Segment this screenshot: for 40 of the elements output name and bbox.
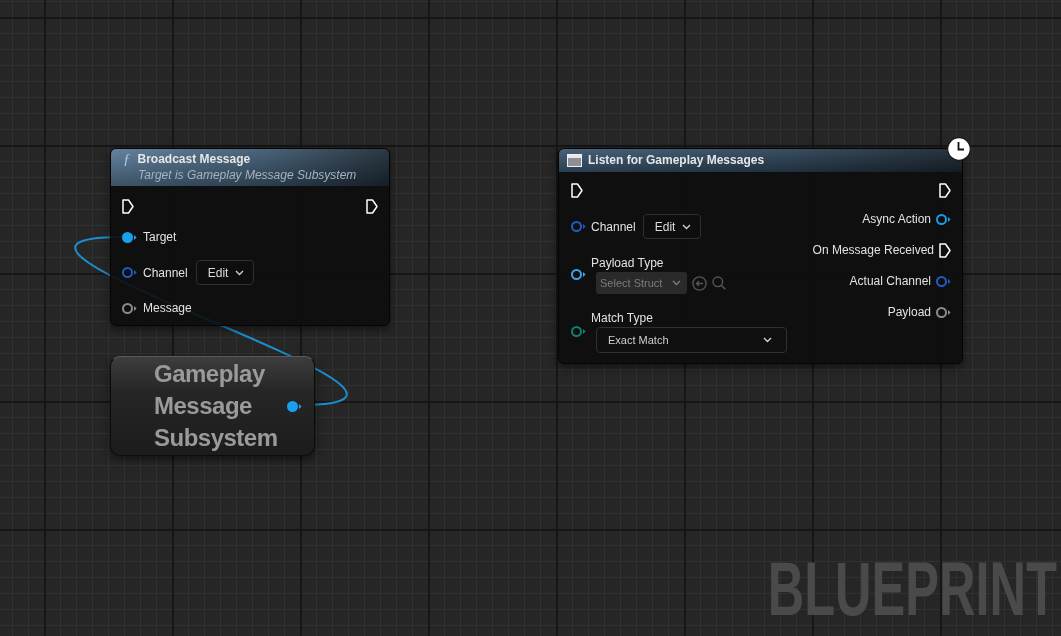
pin-label: Channel bbox=[143, 264, 188, 281]
data-pin-icon[interactable] bbox=[122, 231, 137, 243]
data-pin-icon[interactable] bbox=[122, 302, 137, 314]
pin-label: Target bbox=[143, 229, 177, 245]
pin-label: On Message Received bbox=[812, 242, 934, 258]
pin-label: Payload bbox=[887, 304, 931, 320]
exec-pin-icon[interactable] bbox=[939, 242, 951, 258]
window-icon bbox=[567, 154, 582, 167]
arrow-circle-icon[interactable] bbox=[692, 275, 707, 291]
data-pin-icon[interactable] bbox=[936, 306, 951, 318]
node-title: Broadcast Message bbox=[137, 152, 251, 167]
caret-icon bbox=[672, 280, 681, 286]
dropdown-button[interactable]: Edit bbox=[195, 260, 255, 285]
caret-icon bbox=[235, 269, 245, 276]
select-dropdown[interactable]: Exact Match bbox=[596, 327, 787, 353]
exec-pin-icon[interactable] bbox=[366, 198, 378, 214]
search-icon[interactable] bbox=[712, 276, 726, 290]
data-pin-icon[interactable] bbox=[571, 326, 586, 337]
node-title: Listen for Gameplay Messages bbox=[588, 153, 765, 168]
node-subtitle: Target is Gameplay Message Subsystem bbox=[137, 168, 358, 183]
data-pin-icon[interactable] bbox=[122, 267, 137, 278]
data-pin-icon[interactable] bbox=[571, 221, 586, 232]
data-pin-icon[interactable] bbox=[936, 275, 951, 287]
pin-label: Async Action bbox=[862, 211, 931, 227]
pin-label: Payload Type bbox=[591, 255, 664, 271]
exec-pin-icon[interactable] bbox=[939, 182, 951, 198]
dropdown-button[interactable]: Edit bbox=[642, 214, 702, 239]
data-pin-icon[interactable] bbox=[287, 400, 302, 412]
pin-label: Actual Channel bbox=[849, 273, 931, 289]
exec-pin-icon[interactable] bbox=[122, 198, 134, 214]
caret-icon bbox=[763, 337, 772, 343]
pin-label: Match Type bbox=[591, 310, 653, 326]
exec-pin-icon[interactable] bbox=[571, 182, 583, 198]
caret-icon bbox=[682, 223, 692, 230]
data-pin-icon[interactable] bbox=[936, 213, 951, 225]
pin-label: Channel bbox=[591, 218, 636, 235]
pin-label: Message bbox=[143, 300, 192, 316]
function-icon: ƒ bbox=[123, 152, 131, 167]
node-title: Gameplay Message Subsystem bbox=[154, 359, 279, 453]
data-pin-icon[interactable] bbox=[571, 269, 586, 280]
